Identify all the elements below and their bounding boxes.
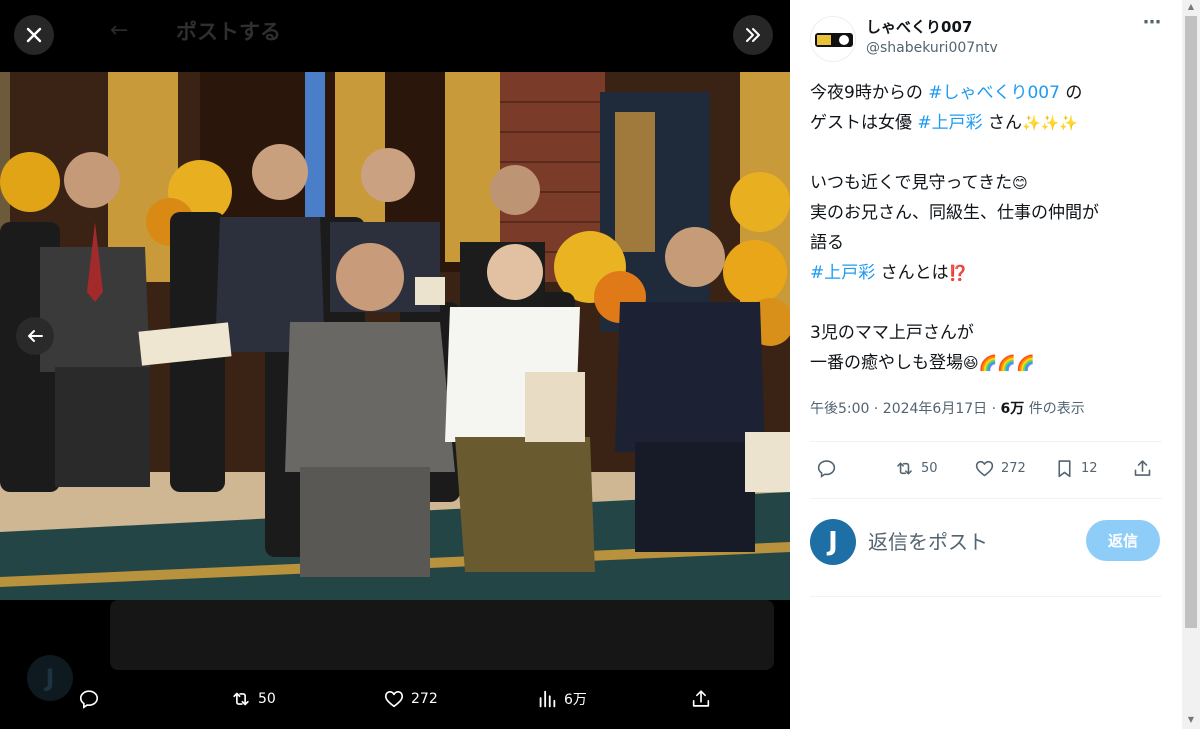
tweet-text-segment: さんとは	[875, 263, 949, 283]
emoji: 😊	[1012, 174, 1028, 192]
viewer-retweet-count: 50	[258, 691, 276, 707]
tweet-text-segment: 今夜9時からの	[810, 83, 929, 103]
more-options-button[interactable]: ⋯	[1140, 14, 1164, 40]
viewer-reply-button[interactable]	[78, 688, 106, 710]
emoji: 😆🌈🌈🌈	[963, 354, 1035, 372]
share-icon	[1134, 460, 1151, 476]
viewer-like-button[interactable]: 272	[383, 688, 438, 710]
hashtag-link[interactable]: #しゃべくり007	[928, 83, 1060, 103]
tweet-text-segment: さん	[982, 113, 1023, 133]
scroll-thumb[interactable]	[1185, 16, 1197, 628]
tweet-text-segment: いつも近くで見守ってきた	[810, 173, 1013, 193]
emoji: ⁉️	[948, 264, 968, 282]
tweet-text-segment: 実のお兄さん、同級生、仕事の仲間が	[810, 203, 1099, 223]
expand-panel-button[interactable]	[733, 15, 773, 55]
arrow-left-icon	[28, 330, 43, 342]
reply-input[interactable]: 返信をポスト	[868, 526, 988, 555]
divider	[810, 596, 1162, 597]
tweet-text-segment: 語る	[810, 233, 844, 253]
more-icon: ⋯	[1143, 12, 1161, 33]
retweet-count: 50	[921, 461, 938, 476]
share-button[interactable]	[1132, 458, 1153, 479]
previous-image-button[interactable]	[16, 317, 54, 355]
viewer-retweet-button[interactable]: 50	[230, 688, 276, 710]
tweet-photo[interactable]	[0, 72, 790, 600]
divider	[810, 441, 1162, 442]
app-root: ← ポストする J 50 272 6万 しゃべくり007 @shabekuri0…	[0, 0, 1200, 729]
scrollbar[interactable]: ▲ ▼	[1182, 0, 1200, 729]
tweet-text-line: 一番の癒やしも登場😆🌈🌈🌈	[810, 348, 1170, 378]
bookmark-icon	[1058, 460, 1071, 478]
tweet-text-segment: 一番の癒やしも登場	[810, 353, 963, 373]
tweet-detail-panel: しゃべくり007 @shabekuri007ntv ⋯ 今夜9時からの #しゃべ…	[790, 0, 1182, 729]
hashtag-link[interactable]: #上戸彩	[810, 263, 875, 283]
background-back-arrow: ←	[110, 18, 129, 43]
tweet-view-count: 6万	[1000, 401, 1025, 417]
tweet-meta: 午後5:00 · 2024年6月17日 · 6万 件の表示	[810, 398, 1085, 418]
viewer-views-count: 6万	[564, 692, 587, 708]
viewer-action-bar: 50 272 6万	[0, 680, 790, 724]
tweet-text-line	[810, 138, 1170, 168]
divider	[810, 498, 1162, 499]
author-handle[interactable]: @shabekuri007ntv	[866, 40, 998, 56]
tweet-text-line: 今夜9時からの #しゃべくり007 の	[810, 78, 1170, 108]
tweet-text-line: 実のお兄さん、同級生、仕事の仲間が	[810, 198, 1170, 228]
chevron-double-right-icon	[746, 28, 760, 42]
tweet-text-segment: ゲストは女優	[810, 113, 918, 133]
media-viewer: ← ポストする J 50 272 6万	[0, 0, 790, 729]
tweet-text-segment: の	[1059, 83, 1083, 103]
reply-icon	[79, 690, 99, 709]
heart-icon	[384, 691, 404, 708]
reply-submit-button[interactable]: 返信	[1086, 520, 1160, 561]
tweet-text-line: #上戸彩 さんとは⁉️	[810, 258, 1170, 288]
background-media-strip	[110, 600, 774, 670]
viewer-share-button[interactable]	[690, 688, 712, 710]
tweet-text: 今夜9時からの #しゃべくり007 のゲストは女優 #上戸彩 さん✨✨✨ いつも近…	[810, 78, 1170, 378]
heart-icon	[975, 460, 994, 477]
like-count: 272	[1001, 461, 1026, 476]
background-header: ← ポストする	[0, 0, 790, 72]
viewer-like-count: 272	[411, 691, 438, 707]
retweet-button[interactable]: 50	[894, 458, 938, 479]
tweet-text-line: 語る	[810, 228, 1170, 258]
studio-photo-illustration	[0, 72, 790, 600]
reply-icon	[817, 460, 836, 478]
close-button[interactable]	[14, 15, 54, 55]
scroll-down-arrow-icon[interactable]: ▼	[1186, 716, 1196, 724]
author-avatar[interactable]	[810, 16, 856, 62]
share-icon	[692, 690, 710, 707]
tweet-text-line	[810, 288, 1170, 318]
retweet-icon	[897, 462, 912, 475]
tweet-text-line: 3児のママ上戸さんが	[810, 318, 1170, 348]
close-icon	[26, 27, 42, 43]
reply-button[interactable]	[816, 458, 837, 479]
bookmark-button[interactable]: 12	[1054, 458, 1098, 479]
tweet-text-line: ゲストは女優 #上戸彩 さん✨✨✨	[810, 108, 1170, 138]
reply-avatar: J	[810, 519, 856, 565]
analytics-icon	[539, 690, 556, 708]
tweet-timestamp[interactable]: 午後5:00 · 2024年6月17日 ·	[810, 401, 1001, 417]
tweet-text-segment: 3児のママ上戸さんが	[810, 323, 974, 343]
scroll-up-arrow-icon[interactable]: ▲	[1186, 3, 1196, 11]
background-title: ポストする	[176, 20, 281, 44]
viewer-views-button[interactable]: 6万	[536, 688, 587, 710]
tweet-text-line: いつも近くで見守ってきた😊	[810, 168, 1170, 198]
tweet-view-suffix: 件の表示	[1024, 401, 1085, 417]
shabekuri-logo-icon	[811, 17, 855, 61]
author-name[interactable]: しゃべくり007	[866, 16, 972, 37]
hashtag-link[interactable]: #上戸彩	[917, 113, 982, 133]
emoji: ✨✨✨	[1022, 114, 1079, 132]
like-button[interactable]: 272	[974, 458, 1026, 479]
bookmark-count: 12	[1081, 461, 1098, 476]
retweet-icon	[233, 692, 249, 706]
